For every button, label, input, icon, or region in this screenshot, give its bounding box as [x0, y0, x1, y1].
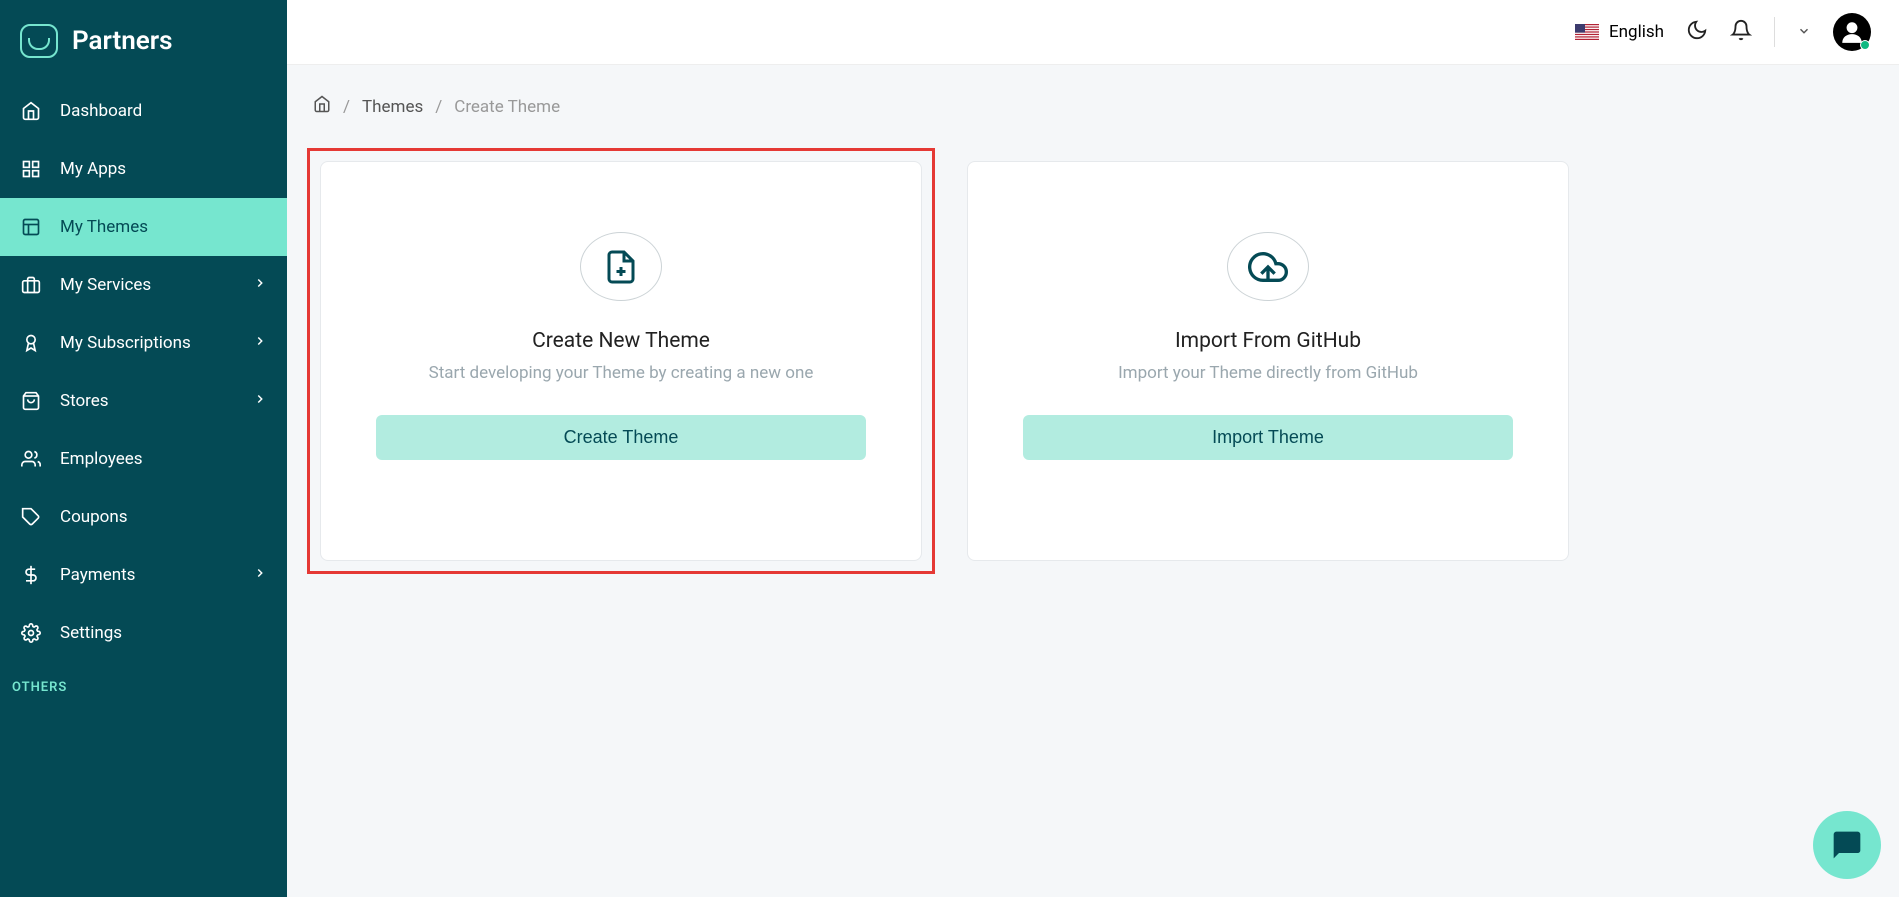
sidebar-item-my-apps[interactable]: My Apps: [0, 140, 287, 198]
bag-icon: [20, 390, 42, 412]
sidebar-item-label: My Services: [60, 275, 151, 295]
highlight-annotation: Create New Theme Start developing your T…: [307, 148, 935, 574]
user-dropdown[interactable]: [1797, 23, 1811, 42]
sidebar-item-my-themes[interactable]: My Themes: [0, 198, 287, 256]
sidebar-item-payments[interactable]: Payments: [0, 546, 287, 604]
sidebar-item-my-services[interactable]: My Services: [0, 256, 287, 314]
language-label: English: [1609, 22, 1664, 42]
grid-icon: [20, 158, 42, 180]
language-selector[interactable]: English: [1575, 22, 1664, 42]
cards-container: Create New Theme Start developing your T…: [307, 148, 1879, 574]
gear-icon: [20, 622, 42, 644]
breadcrumb-separator: /: [343, 97, 350, 117]
chevron-right-icon: [253, 391, 267, 411]
sidebar-item-label: Settings: [60, 623, 122, 643]
sidebar-section-others: OTHERS: [0, 662, 287, 705]
sidebar-item-label: Stores: [60, 391, 109, 411]
brand-name: Partners: [72, 26, 172, 56]
chevron-right-icon: [253, 565, 267, 585]
sidebar-item-my-subscriptions[interactable]: My Subscriptions: [0, 314, 287, 372]
dollar-icon: [20, 564, 42, 586]
users-icon: [20, 448, 42, 470]
sidebar-item-label: My Apps: [60, 159, 126, 179]
import-card-title: Import From GitHub: [1175, 329, 1361, 353]
sidebar-item-dashboard[interactable]: Dashboard: [0, 82, 287, 140]
chat-widget-button[interactable]: [1813, 811, 1881, 879]
content: / Themes / Create Theme Create New Theme…: [287, 65, 1899, 604]
file-plus-icon: [580, 232, 662, 301]
sidebar-item-label: Employees: [60, 449, 143, 469]
top-bar: English: [287, 0, 1899, 65]
sidebar-nav: Dashboard My Apps My Themes My Services: [0, 82, 287, 705]
chevron-right-icon: [253, 275, 267, 295]
import-theme-button[interactable]: Import Theme: [1023, 415, 1513, 460]
chevron-right-icon: [253, 333, 267, 353]
breadcrumb-separator: /: [435, 97, 442, 117]
tag-icon: [20, 506, 42, 528]
flag-us-icon: [1575, 24, 1599, 40]
sidebar-header: Partners: [0, 0, 287, 82]
home-icon[interactable]: [313, 95, 331, 118]
briefcase-icon: [20, 274, 42, 296]
sidebar-item-label: My Themes: [60, 217, 148, 237]
sidebar-item-stores[interactable]: Stores: [0, 372, 287, 430]
home-icon: [20, 100, 42, 122]
ribbon-icon: [20, 332, 42, 354]
sidebar-item-label: Payments: [60, 565, 135, 585]
create-card-title: Create New Theme: [532, 329, 710, 353]
main-area: English /: [287, 0, 1899, 897]
layout-icon: [20, 216, 42, 238]
breadcrumb-create-theme: Create Theme: [454, 97, 560, 117]
create-theme-button[interactable]: Create Theme: [376, 415, 866, 460]
logo-icon: [20, 24, 58, 58]
sidebar-item-settings[interactable]: Settings: [0, 604, 287, 662]
create-theme-card: Create New Theme Start developing your T…: [320, 161, 922, 561]
sidebar-item-label: Coupons: [60, 507, 128, 527]
avatar-wrapper[interactable]: [1833, 13, 1871, 51]
bell-icon[interactable]: [1730, 19, 1752, 45]
breadcrumb: / Themes / Create Theme: [307, 95, 1879, 148]
import-theme-card: Import From GitHub Import your Theme dir…: [967, 161, 1569, 561]
sidebar-item-label: My Subscriptions: [60, 333, 191, 353]
cloud-upload-icon: [1227, 232, 1309, 301]
import-card-subtitle: Import your Theme directly from GitHub: [1118, 363, 1418, 383]
breadcrumb-themes[interactable]: Themes: [362, 97, 423, 117]
top-divider: [1774, 17, 1775, 47]
moon-icon[interactable]: [1686, 19, 1708, 45]
create-card-subtitle: Start developing your Theme by creating …: [429, 363, 814, 383]
sidebar: Partners Dashboard My Apps My Themes: [0, 0, 287, 897]
status-dot-icon: [1860, 40, 1870, 50]
sidebar-item-label: Dashboard: [60, 101, 142, 121]
sidebar-item-employees[interactable]: Employees: [0, 430, 287, 488]
sidebar-item-coupons[interactable]: Coupons: [0, 488, 287, 546]
